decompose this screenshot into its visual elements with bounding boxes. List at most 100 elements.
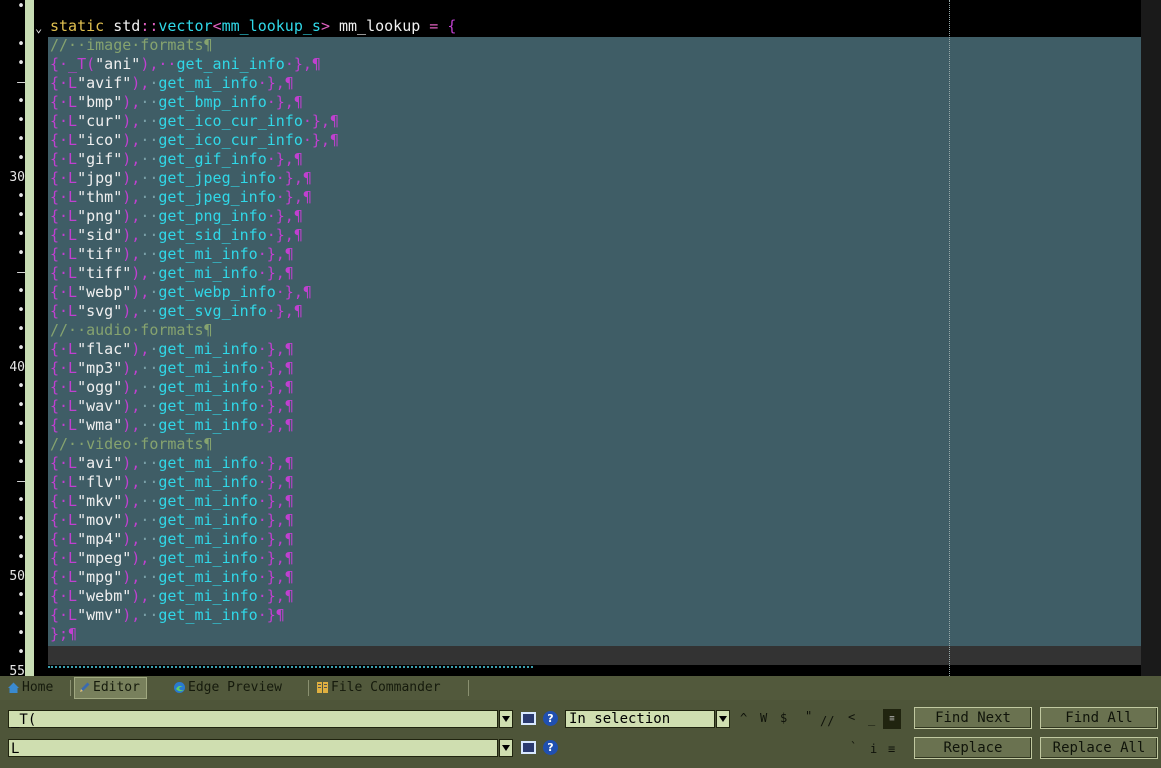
brace: {·L: [50, 112, 78, 130]
brace: {·L: [50, 454, 78, 472]
line-number: •: [17, 208, 25, 223]
replace-all-button[interactable]: Replace All: [1040, 737, 1158, 759]
function-name: get_mi_info: [158, 549, 258, 567]
punctuation: ),: [122, 606, 141, 624]
monitor-icon[interactable]: [521, 741, 536, 754]
string-literal: "svg": [77, 302, 123, 320]
option-start-anchor[interactable]: ^: [740, 711, 747, 725]
find-input[interactable]: _T(: [8, 710, 498, 728]
tab-home[interactable]: Home: [4, 678, 59, 698]
line-number: •: [17, 56, 25, 71]
line-number: •: [17, 455, 25, 470]
string-literal: "sid": [77, 226, 123, 244]
brace: {·L: [50, 207, 78, 225]
punctuation: ·},¶: [257, 492, 294, 510]
punctuation: ),: [131, 549, 150, 567]
search-scope-select[interactable]: In selection: [565, 710, 715, 728]
tab-file-commander[interactable]: File Commander: [313, 678, 447, 698]
fold-margin[interactable]: [34, 0, 48, 676]
punctuation: ),: [122, 245, 141, 263]
brace: {·L: [50, 549, 78, 567]
option-whitespace[interactable]: _: [868, 712, 875, 726]
vertical-scrollbar[interactable]: [1141, 0, 1161, 676]
tab-editor[interactable]: Editor: [74, 677, 147, 699]
whitespace-marker: ··: [140, 169, 159, 187]
line-number: •: [17, 398, 25, 413]
code-line: {·L"ico"),··get_ico_cur_info·},¶: [50, 131, 339, 150]
tab-label: Editor: [93, 680, 140, 695]
punctuation: ),: [122, 131, 141, 149]
option-backwards[interactable]: <: [848, 710, 855, 724]
punctuation: ·},¶: [257, 511, 294, 529]
whitespace-marker: ··: [140, 606, 159, 624]
code-line: {·L"avif"),·get_mi_info·},¶: [50, 74, 294, 93]
function-name: get_mi_info: [158, 74, 258, 92]
punctuation: ·},¶: [257, 549, 294, 567]
punctuation: ),: [122, 492, 141, 510]
function-name: get_jpeg_info: [158, 188, 276, 206]
whitespace-marker: ··: [140, 511, 159, 529]
brace: {·L: [50, 397, 78, 415]
brace: {·L: [50, 530, 78, 548]
line-number: •: [17, 512, 25, 527]
find-next-button[interactable]: Find Next: [914, 707, 1032, 729]
replace-button[interactable]: Replace: [914, 737, 1032, 759]
code-line: static std::vector<mm_lookup_s> mm_looku…: [50, 17, 456, 36]
option-end-anchor[interactable]: $: [780, 711, 787, 725]
line-number: •: [17, 436, 25, 451]
punctuation: ·},¶: [266, 226, 303, 244]
string-literal: "webp": [77, 283, 132, 301]
punctuation: ),: [122, 169, 141, 187]
code-line: {·L"tiff"),·get_mi_info·},¶: [50, 264, 294, 283]
option-whole-word[interactable]: W: [760, 711, 767, 725]
code-line: {·L"webm"),·get_mi_info·},¶: [50, 587, 294, 606]
code-line: {·L"avi"),··get_mi_info·},¶: [50, 454, 294, 473]
line-number: •: [17, 417, 25, 432]
punctuation: ·},¶: [257, 587, 294, 605]
function-name: get_mi_info: [158, 587, 258, 605]
whitespace-marker: ··: [140, 359, 159, 377]
punctuation: ),: [122, 93, 141, 111]
tab-edge-preview[interactable]: Edge Preview: [170, 678, 288, 698]
punctuation: ·},¶: [266, 93, 303, 111]
string-literal: "webm": [77, 587, 132, 605]
option-quote[interactable]: ": [805, 709, 812, 723]
option-backtick[interactable]: `: [850, 740, 857, 754]
help-icon[interactable]: ?: [543, 711, 558, 726]
filter-icon[interactable]: ≡: [883, 709, 901, 729]
replace-history-dropdown[interactable]: [499, 739, 513, 757]
punctuation: ·},¶: [266, 207, 303, 225]
string-literal: "mp3": [77, 359, 123, 377]
string-literal: "avif": [77, 74, 132, 92]
search-scope-dropdown[interactable]: [716, 710, 730, 728]
document-tab-bar: Home Editor Edge Preview File Commander: [0, 676, 1161, 701]
find-all-button[interactable]: Find All: [1040, 707, 1158, 729]
horizontal-scroll-indicator[interactable]: [48, 666, 533, 674]
line-number: 50: [9, 569, 25, 584]
comment: //··video·formats¶: [50, 435, 213, 453]
option-lines[interactable]: ≡: [888, 742, 895, 756]
brace: {·L: [50, 359, 78, 377]
fold-chevron-icon[interactable]: ⌄: [35, 19, 42, 38]
option-case-insensitive[interactable]: i: [870, 742, 877, 756]
punctuation: ),: [122, 302, 141, 320]
function-name: get_mi_info: [158, 454, 258, 472]
function-name: get_mi_info: [158, 473, 258, 491]
help-icon[interactable]: ?: [543, 740, 558, 755]
line-number: •: [17, 303, 25, 318]
replace-input[interactable]: L: [8, 739, 498, 757]
brace: {·L: [50, 188, 78, 206]
tab-label: Edge Preview: [188, 680, 282, 695]
monitor-icon[interactable]: [521, 712, 536, 725]
find-history-dropdown[interactable]: [499, 710, 513, 728]
punctuation: ),: [122, 568, 141, 586]
line-number: [0, 16, 25, 35]
option-regex[interactable]: //: [820, 714, 834, 728]
punctuation: ·},¶: [257, 416, 294, 434]
punctuation: ·},¶: [257, 359, 294, 377]
code-editor[interactable]: • • • – • • • • 30 • • • • – • • • • 40 • • • • • – • • • • 50 • • • • 55 …: [0, 0, 1161, 676]
whitespace-marker: ··: [140, 378, 159, 396]
line-number: •: [17, 151, 25, 166]
function-name: get_svg_info: [158, 302, 267, 320]
whitespace-marker: ··: [140, 226, 159, 244]
